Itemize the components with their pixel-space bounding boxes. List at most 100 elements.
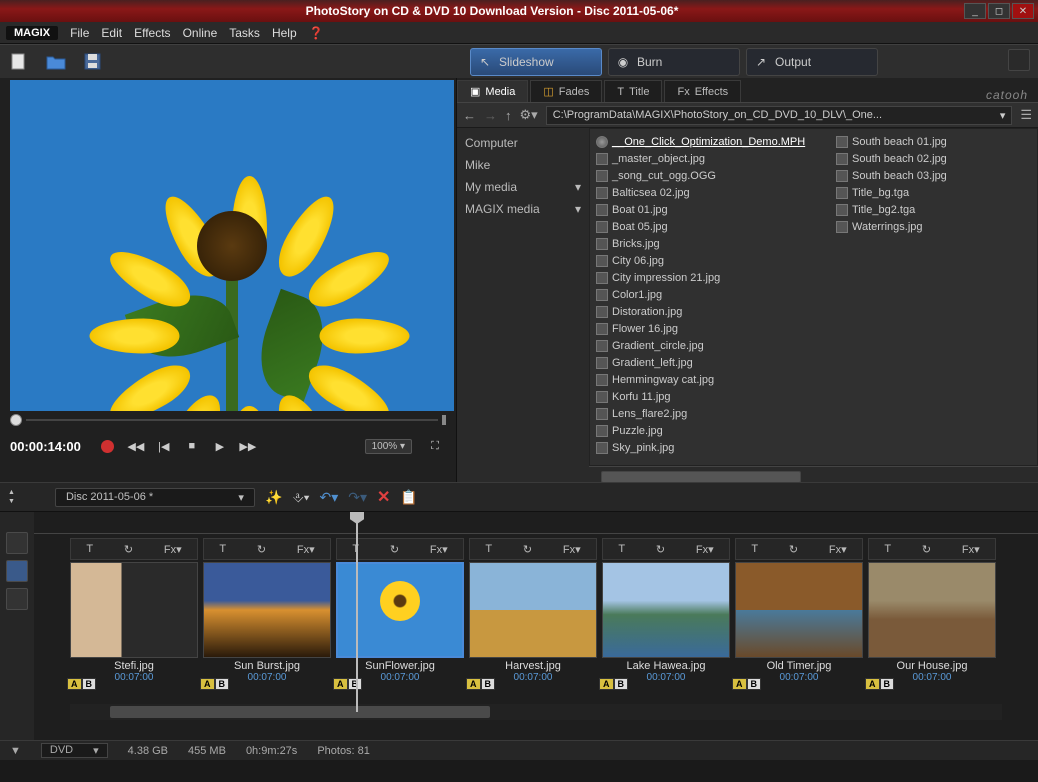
tab-title[interactable]: TTitle bbox=[604, 80, 662, 102]
fx-icon[interactable]: Fx▾ bbox=[430, 543, 448, 556]
file-item[interactable]: South beach 01.jpg bbox=[836, 133, 1038, 150]
disc-type-select[interactable]: DVD▾ bbox=[41, 743, 108, 758]
file-item[interactable]: City 06.jpg bbox=[596, 252, 816, 269]
save-icon[interactable] bbox=[84, 53, 102, 71]
help-icon[interactable]: ❓ bbox=[309, 26, 324, 40]
mode-output[interactable]: ↗Output bbox=[746, 48, 878, 76]
tab-fades[interactable]: ◫Fades bbox=[530, 80, 602, 102]
clip-thumbnail[interactable] bbox=[203, 562, 331, 658]
clipboard-button[interactable]: 📋 bbox=[400, 489, 417, 506]
menu-effects[interactable]: Effects bbox=[134, 26, 170, 40]
ab-transition[interactable]: AB bbox=[200, 678, 229, 690]
file-item[interactable]: Sky_pink.jpg bbox=[596, 439, 816, 456]
file-item[interactable]: Gradient_left.jpg bbox=[596, 354, 816, 371]
fx-icon[interactable]: Fx▾ bbox=[297, 543, 315, 556]
mode-burn[interactable]: ◉Burn bbox=[608, 48, 740, 76]
prev-button[interactable]: |◀ bbox=[153, 436, 175, 456]
nav-forward[interactable]: → bbox=[484, 108, 497, 123]
menu-online[interactable]: Online bbox=[183, 26, 218, 40]
record-button[interactable] bbox=[97, 436, 119, 456]
catooh-logo[interactable]: catooh bbox=[986, 88, 1028, 102]
file-item[interactable]: Lens_flare2.jpg bbox=[596, 405, 816, 422]
nav-up[interactable]: ↑ bbox=[505, 108, 512, 123]
project-select[interactable]: Disc 2011-05-06 *▾ bbox=[55, 488, 255, 507]
clip-thumbnail[interactable] bbox=[469, 562, 597, 658]
rotate-icon[interactable]: ↻ bbox=[789, 543, 798, 556]
undo-button[interactable]: ↶▾ bbox=[319, 489, 338, 506]
delete-button[interactable]: ✕ bbox=[377, 487, 390, 507]
maximize-button[interactable]: ◻ bbox=[988, 3, 1010, 19]
nav-back[interactable]: ← bbox=[463, 108, 476, 123]
playhead[interactable] bbox=[356, 512, 358, 712]
clip[interactable]: T ↻ Fx▾ Lake Hawea.jpg 00:07:00 AB bbox=[602, 538, 730, 704]
chevrons-icon[interactable]: ▲▼ bbox=[8, 489, 15, 505]
rotate-icon[interactable]: ↻ bbox=[523, 543, 532, 556]
tree-user[interactable]: Mike bbox=[465, 158, 581, 172]
file-item[interactable]: Balticsea 02.jpg bbox=[596, 184, 816, 201]
file-item[interactable]: South beach 02.jpg bbox=[836, 150, 1038, 167]
scrub-bar[interactable] bbox=[0, 411, 456, 429]
title-icon[interactable]: T bbox=[219, 543, 226, 555]
view-storyboard-button[interactable] bbox=[6, 560, 28, 582]
tree-mymedia[interactable]: My media▾ bbox=[465, 180, 581, 194]
view-list-icon[interactable]: ☰ bbox=[1020, 107, 1032, 123]
title-icon[interactable]: T bbox=[751, 543, 758, 555]
file-item[interactable]: Boat 05.jpg bbox=[596, 218, 816, 235]
mode-slideshow[interactable]: ↖Slideshow bbox=[470, 48, 602, 76]
file-item[interactable]: Gradient_circle.jpg bbox=[596, 337, 816, 354]
file-item[interactable]: Hemmingway cat.jpg bbox=[596, 371, 816, 388]
rotate-icon[interactable]: ↻ bbox=[922, 543, 931, 556]
clip-thumbnail[interactable] bbox=[602, 562, 730, 658]
file-item[interactable]: Bricks.jpg bbox=[596, 235, 816, 252]
file-item[interactable]: City impression 21.jpg bbox=[596, 269, 816, 286]
fx-icon[interactable]: Fx▾ bbox=[829, 543, 847, 556]
fx-icon[interactable]: Fx▾ bbox=[164, 543, 182, 556]
fx-icon[interactable]: Fx▾ bbox=[962, 543, 980, 556]
file-item[interactable]: Flower 16.jpg bbox=[596, 320, 816, 337]
file-item[interactable]: South beach 03.jpg bbox=[836, 167, 1038, 184]
ab-transition[interactable]: AB bbox=[865, 678, 894, 690]
file-item[interactable]: Title_bg.tga bbox=[836, 184, 1038, 201]
tab-media[interactable]: ▣Media bbox=[457, 80, 528, 102]
view-grid-button[interactable] bbox=[6, 532, 28, 554]
clip-thumbnail[interactable] bbox=[868, 562, 996, 658]
ab-transition[interactable]: AB bbox=[67, 678, 96, 690]
clip-thumbnail[interactable] bbox=[70, 562, 198, 658]
clip[interactable]: T ↻ Fx▾ Our House.jpg 00:07:00 AB bbox=[868, 538, 996, 704]
file-item[interactable]: Puzzle.jpg bbox=[596, 422, 816, 439]
menu-file[interactable]: File bbox=[70, 26, 89, 40]
rotate-icon[interactable]: ↻ bbox=[390, 543, 399, 556]
play-button[interactable]: ▶ bbox=[209, 436, 231, 456]
timeline-ruler[interactable] bbox=[34, 512, 1038, 534]
rotate-icon[interactable]: ↻ bbox=[257, 543, 266, 556]
file-item[interactable]: Boat 01.jpg bbox=[596, 201, 816, 218]
menu-help[interactable]: Help bbox=[272, 26, 297, 40]
file-item[interactable]: Color1.jpg bbox=[596, 286, 816, 303]
preview-video[interactable] bbox=[10, 80, 454, 411]
chevron-down-icon[interactable]: ▼ bbox=[10, 745, 21, 757]
rotate-icon[interactable]: ↻ bbox=[124, 543, 133, 556]
fx-icon[interactable]: Fx▾ bbox=[563, 543, 581, 556]
file-item[interactable]: _master_object.jpg bbox=[596, 150, 816, 167]
timeline-hscroll[interactable] bbox=[70, 704, 1002, 720]
ab-transition[interactable]: AB bbox=[599, 678, 628, 690]
scrub-handle[interactable] bbox=[10, 414, 22, 426]
clip[interactable]: T ↻ Fx▾ Stefi.jpg 00:07:00 AB bbox=[70, 538, 198, 704]
clip[interactable]: T ↻ Fx▾ Old Timer.jpg 00:07:00 AB bbox=[735, 538, 863, 704]
file-item[interactable]: Distoration.jpg bbox=[596, 303, 816, 320]
title-icon[interactable]: T bbox=[86, 543, 93, 555]
panel-toggle[interactable] bbox=[1008, 49, 1030, 71]
fx-icon[interactable]: Fx▾ bbox=[696, 543, 714, 556]
file-list[interactable]: __One_Click_Optimization_Demo.MPH_master… bbox=[589, 128, 1038, 466]
ab-transition[interactable]: AB bbox=[466, 678, 495, 690]
menu-tasks[interactable]: Tasks bbox=[229, 26, 260, 40]
view-timeline-button[interactable] bbox=[6, 588, 28, 610]
file-item[interactable]: _song_cut_ogg.OGG bbox=[596, 167, 816, 184]
title-icon[interactable]: T bbox=[884, 543, 891, 555]
file-item[interactable]: Waterrings.jpg bbox=[836, 218, 1038, 235]
split-button[interactable]: ⎀▾ bbox=[292, 489, 309, 506]
zoom-select[interactable]: 100% ▾ bbox=[365, 439, 412, 454]
file-item[interactable]: Title_bg2.tga bbox=[836, 201, 1038, 218]
new-icon[interactable] bbox=[10, 53, 28, 71]
title-icon[interactable]: T bbox=[485, 543, 492, 555]
